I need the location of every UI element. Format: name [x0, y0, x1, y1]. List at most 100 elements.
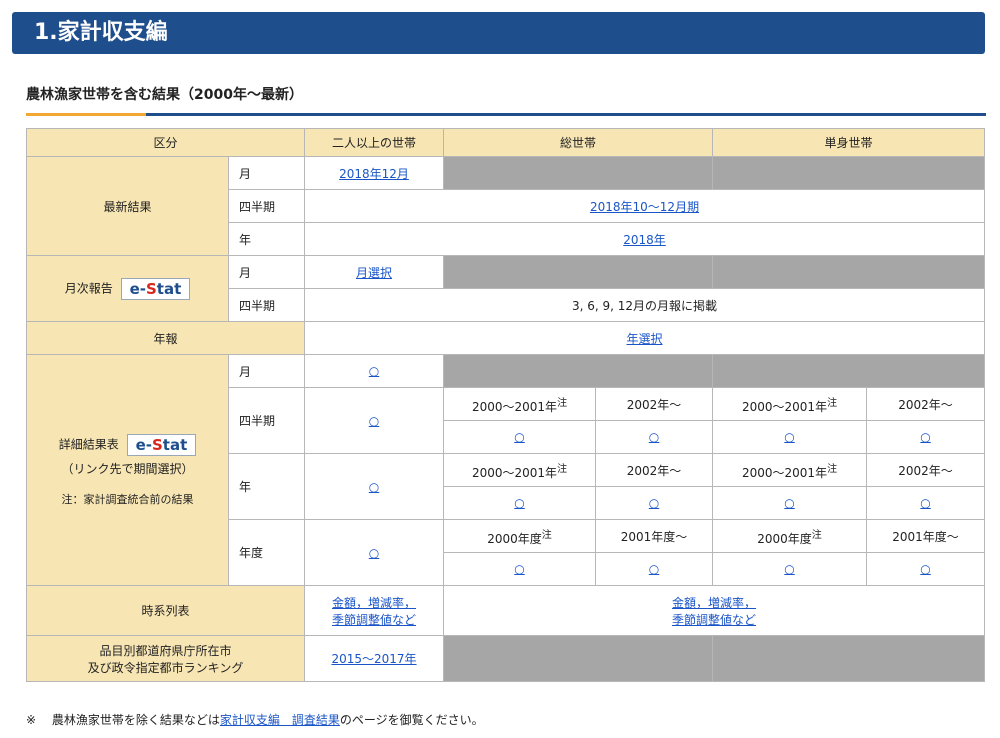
- section-heading: 農林漁家世帯を含む結果（2000年～最新）: [26, 87, 303, 103]
- detail-sub: （リンク先で期間選択）: [61, 461, 194, 476]
- gray-cell: [712, 354, 986, 388]
- period-label: 2000年度: [757, 531, 812, 546]
- link-timeseries-amount[interactable]: 金額，増減率，: [672, 596, 756, 610]
- gray-cell: [712, 635, 986, 682]
- link-detail-fiscal[interactable]: ○: [369, 546, 379, 560]
- label-ranking: 品目別都道府県庁所在市 及び政令指定都市ランキング: [25, 635, 306, 682]
- link-mark[interactable]: ○: [514, 430, 524, 444]
- header-category: 区分: [25, 128, 306, 157]
- link-latest-quarter[interactable]: 2018年10～12月期: [590, 200, 699, 214]
- detail-label-text: 詳細結果表: [58, 437, 119, 451]
- period-label: 2000～2001年: [741, 465, 828, 480]
- estat-logo[interactable]: e-Stat: [126, 433, 197, 456]
- link-mark[interactable]: ○: [920, 496, 930, 510]
- period-label: 2000年度: [487, 531, 542, 546]
- gray-cell: [443, 156, 714, 190]
- sub-fiscal-year: 年度: [227, 519, 306, 586]
- link-mark[interactable]: ○: [784, 496, 794, 510]
- header-two-person: 二人以上の世帯: [304, 128, 445, 157]
- gray-cell: [443, 635, 714, 682]
- gray-cell: [443, 354, 714, 388]
- label-timeseries: 時系列表: [25, 585, 306, 636]
- estat-text: e-Stat: [129, 279, 182, 298]
- gray-cell: [443, 255, 714, 289]
- section-divider-accent: [26, 113, 146, 116]
- label-annual: 年報: [25, 321, 306, 355]
- period-cell: 2000～2001年注: [443, 453, 597, 487]
- monthly-label-text: 月次報告: [64, 281, 113, 295]
- sub-quarter: 四半期: [227, 387, 306, 454]
- link-ranking[interactable]: 2015～2017年: [331, 652, 416, 666]
- footnote-text: 農林漁家世帯を除く結果などは: [51, 713, 220, 727]
- period-label: 2001年度～: [866, 519, 986, 553]
- period-cell: 2000～2001年注: [712, 387, 868, 421]
- footnote-text: のページを御覧ください。: [339, 713, 484, 727]
- label-detail: 詳細結果表 e-Stat （リンク先で期間選択） 注：家計調査統合前の結果: [26, 354, 229, 586]
- period-label: 2000～2001年: [741, 399, 828, 414]
- period-cell: 2000年度注: [443, 519, 597, 553]
- link-detail-quarter[interactable]: ○: [369, 414, 379, 428]
- link-timeseries-seasonal[interactable]: 季節調整値など: [332, 613, 416, 627]
- page-title: 1.家計収支編: [34, 20, 168, 45]
- sub-year: 年: [227, 453, 306, 520]
- link-timeseries-seasonal[interactable]: 季節調整値など: [672, 613, 756, 627]
- sub-year: 年: [227, 222, 306, 256]
- monthly-quarter-note: 3, 6, 9, 12月の月報に掲載: [304, 288, 986, 322]
- note-mark: 注: [827, 463, 838, 475]
- note-mark: 注: [557, 463, 568, 475]
- link-detail-year[interactable]: ○: [369, 480, 379, 494]
- link-mark[interactable]: ○: [920, 562, 930, 576]
- link-mark[interactable]: ○: [514, 496, 524, 510]
- estat-logo[interactable]: e-Stat: [120, 277, 191, 300]
- link-mark[interactable]: ○: [784, 430, 794, 444]
- link-mark[interactable]: ○: [514, 562, 524, 576]
- link-month-select[interactable]: 月選択: [356, 266, 392, 280]
- period-label: 2000～2001年: [471, 465, 558, 480]
- period-label: 2002年～: [866, 387, 986, 421]
- link-mark[interactable]: ○: [649, 430, 659, 444]
- label-latest: 最新結果: [26, 156, 229, 256]
- note-mark: 注: [827, 397, 838, 409]
- estat-text: e-Stat: [135, 435, 188, 454]
- footnote: ※ 農林漁家世帯を除く結果などは家計収支編 調査結果のページを御覧ください。: [26, 712, 484, 728]
- sub-month: 月: [227, 255, 306, 289]
- timeseries-cell: 金額，増減率， 季節調整値など: [443, 585, 986, 636]
- page-banner: 1.家計収支編: [12, 12, 985, 54]
- period-label: 2002年～: [595, 453, 714, 487]
- period-cell: 2000～2001年注: [443, 387, 597, 421]
- ranking-label-line1: 品目別都道府県庁所在市: [99, 643, 232, 658]
- link-detail-month[interactable]: ○: [369, 364, 379, 378]
- period-cell: 2000年度注: [712, 519, 868, 553]
- timeseries-cell: 金額，増減率， 季節調整値など: [304, 585, 445, 636]
- gray-cell: [712, 156, 986, 190]
- label-monthly: 月次報告 e-Stat: [26, 255, 229, 322]
- detail-note: 注：家計調査統合前の結果: [61, 492, 194, 506]
- link-mark[interactable]: ○: [649, 496, 659, 510]
- header-single: 単身世帯: [712, 128, 986, 157]
- note-mark: 注: [541, 529, 552, 541]
- note-mark: 注: [557, 397, 568, 409]
- note-mark: 注: [811, 529, 822, 541]
- sub-month: 月: [227, 156, 306, 190]
- link-timeseries-amount[interactable]: 金額，増減率，: [332, 596, 416, 610]
- estat-s-letter: S: [151, 435, 163, 454]
- link-mark[interactable]: ○: [649, 562, 659, 576]
- results-table: 区分 二人以上の世帯 総世帯 単身世帯 最新結果 月 2018年12月 四半期 …: [25, 128, 986, 682]
- sub-month: 月: [227, 354, 306, 388]
- period-cell: 2000～2001年注: [712, 453, 868, 487]
- link-mark[interactable]: ○: [784, 562, 794, 576]
- period-label: 2000～2001年: [471, 399, 558, 414]
- ranking-label-line2: 及び政令指定都市ランキング: [87, 660, 244, 675]
- link-latest-year[interactable]: 2018年: [623, 233, 666, 247]
- sub-quarter: 四半期: [227, 189, 306, 223]
- period-label: 2001年度～: [595, 519, 714, 553]
- estat-s-letter: S: [145, 279, 157, 298]
- period-label: 2002年～: [866, 453, 986, 487]
- link-year-select[interactable]: 年選択: [627, 332, 663, 346]
- sub-quarter: 四半期: [227, 288, 306, 322]
- link-latest-month[interactable]: 2018年12月: [339, 167, 409, 181]
- link-mark[interactable]: ○: [920, 430, 930, 444]
- link-household-results[interactable]: 家計収支編 調査結果: [220, 713, 340, 727]
- gray-cell: [712, 255, 986, 289]
- footnote-mark: ※: [26, 713, 37, 727]
